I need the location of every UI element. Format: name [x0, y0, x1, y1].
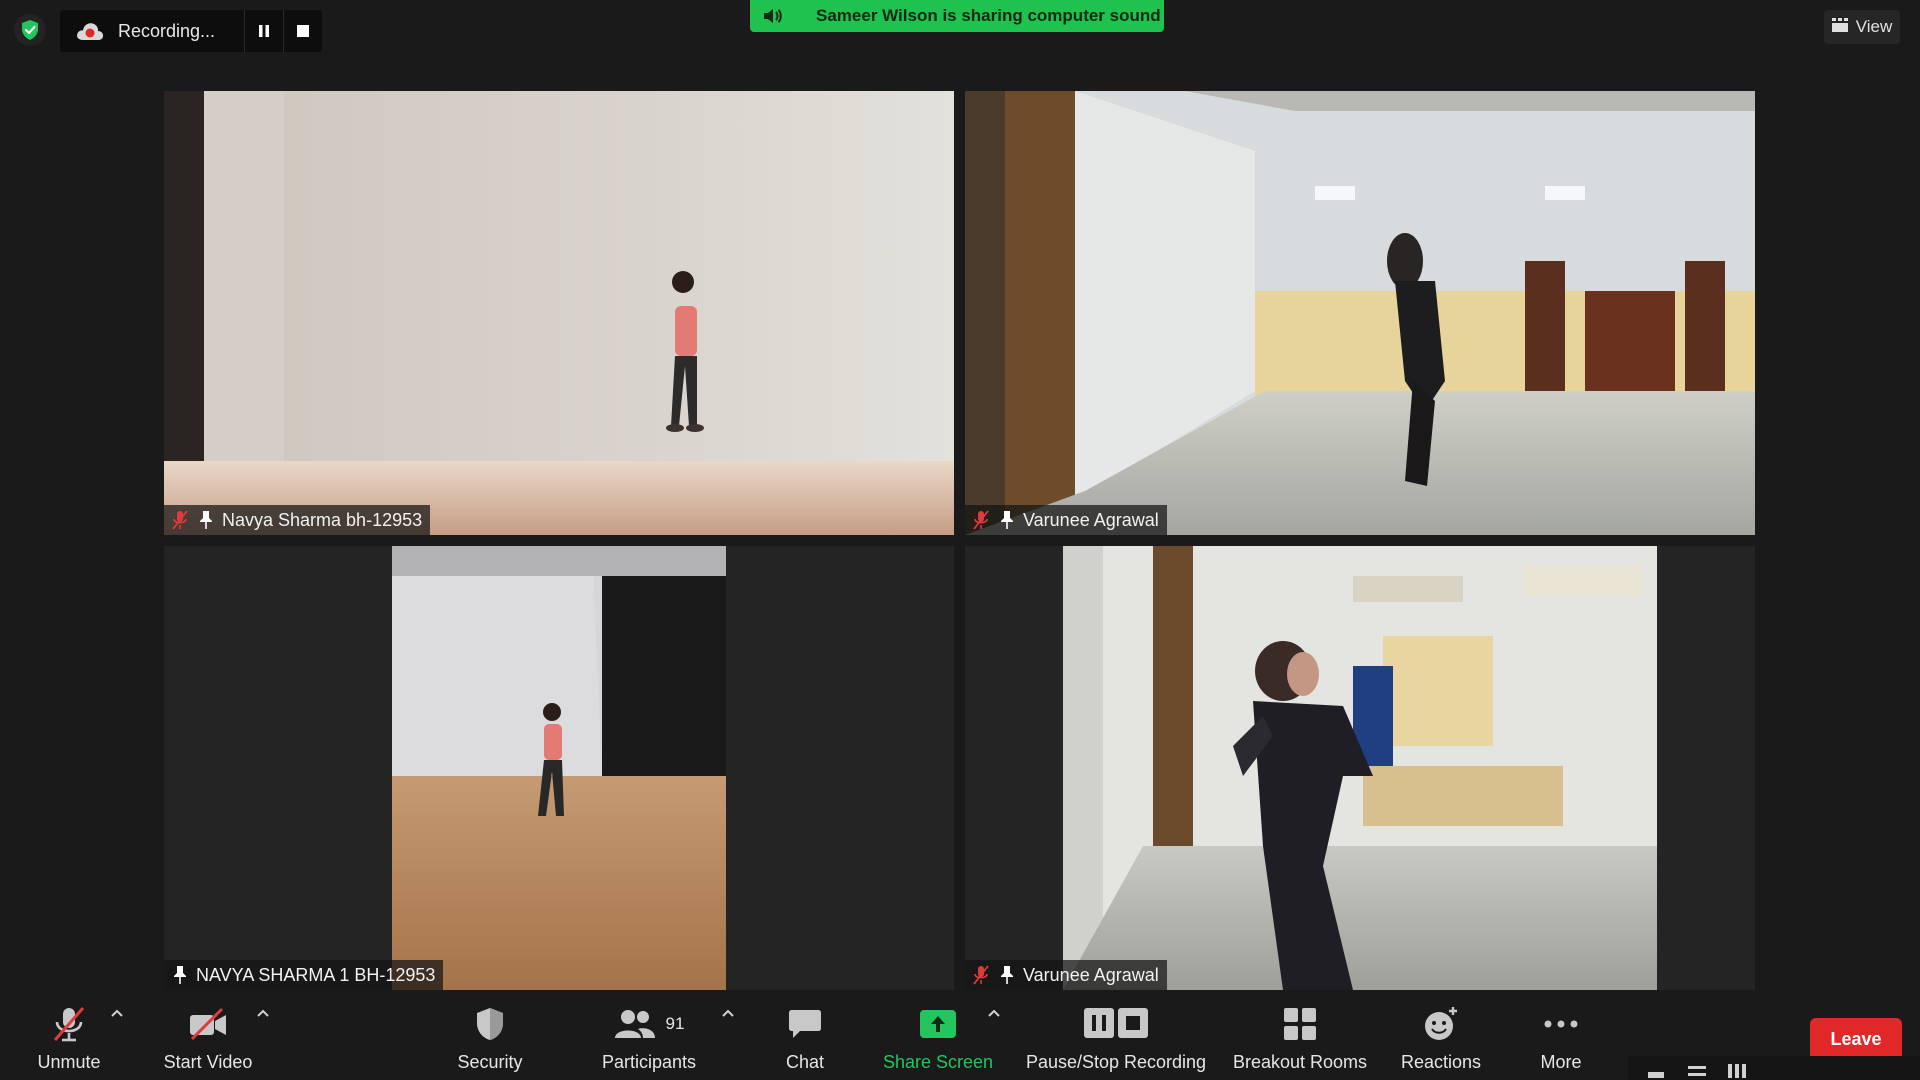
- participant-name-tag: NAVYA SHARMA 1 BH-12953: [164, 960, 444, 990]
- participant-name: Varunee Agrawal: [1023, 509, 1159, 530]
- breakout-rooms-button[interactable]: Breakout Rooms: [1228, 990, 1372, 1080]
- participant-video: [1063, 546, 1657, 990]
- grid-layout-icon[interactable]: [1728, 1064, 1746, 1078]
- participant-name: NAVYA SHARMA 1 BH-12953: [196, 964, 436, 985]
- stop-recording-button[interactable]: [283, 10, 322, 52]
- layout-switcher: [1628, 1056, 1920, 1080]
- breakout-rooms-icon: [1283, 1000, 1317, 1048]
- pin-icon: [170, 964, 190, 986]
- pause-stop-recording-label: Pause/Stop Recording: [1025, 1052, 1207, 1072]
- muted-microphone-icon: [50, 1000, 88, 1048]
- reactions-label: Reactions: [1400, 1052, 1482, 1072]
- share-screen-icon: [919, 1000, 957, 1048]
- speaker-view-icon[interactable]: [1648, 1072, 1664, 1078]
- muted-mic-icon: [971, 964, 991, 986]
- video-off-icon: [188, 1000, 228, 1048]
- pause-stop-icon: [1083, 1000, 1149, 1048]
- chat-bubble-icon: [788, 1000, 822, 1048]
- security-shield-icon[interactable]: [14, 14, 46, 46]
- participants-options-caret[interactable]: [719, 1004, 737, 1022]
- pin-icon: [196, 509, 216, 531]
- more-button[interactable]: More: [1530, 990, 1592, 1080]
- breakout-rooms-label: Breakout Rooms: [1232, 1052, 1368, 1072]
- sharing-sound-banner: Sameer Wilson is sharing computer sound: [750, 0, 1164, 32]
- video-options-caret[interactable]: [254, 1004, 272, 1022]
- start-video-button[interactable]: Start Video: [158, 990, 258, 1080]
- pin-icon: [997, 964, 1017, 986]
- unmute-button[interactable]: Unmute: [28, 990, 110, 1080]
- muted-mic-icon: [971, 509, 991, 531]
- participant-video: [392, 546, 726, 990]
- share-screen-label: Share Screen: [882, 1052, 994, 1072]
- smiley-icon: [1423, 1000, 1459, 1048]
- pause-recording-button[interactable]: [244, 10, 283, 52]
- pin-icon: [997, 509, 1017, 531]
- cloud-recording-icon: [74, 18, 106, 44]
- unmute-label: Unmute: [37, 1052, 101, 1072]
- participants-label: Participants: [601, 1052, 697, 1072]
- audio-options-caret[interactable]: [108, 1004, 126, 1022]
- participant-name: Varunee Agrawal: [1023, 964, 1159, 985]
- more-dots-icon: [1543, 1000, 1579, 1048]
- video-tile-3[interactable]: NAVYA SHARMA 1 BH-12953: [164, 546, 954, 990]
- view-label: View: [1855, 17, 1893, 36]
- video-tile-4[interactable]: Varunee Agrawal: [965, 546, 1755, 990]
- participants-button[interactable]: 91 Participants: [590, 990, 708, 1080]
- chat-button[interactable]: Chat: [770, 990, 840, 1080]
- participants-icon: 91: [614, 1000, 685, 1048]
- participant-name-tag: Varunee Agrawal: [965, 960, 1167, 990]
- participant-video: [965, 91, 1755, 535]
- participant-name-tag: Navya Sharma bh-12953: [164, 505, 431, 535]
- leave-button[interactable]: Leave: [1810, 1018, 1902, 1060]
- share-screen-button[interactable]: Share Screen: [880, 990, 996, 1080]
- participants-count: 91: [665, 1014, 685, 1033]
- muted-mic-icon: [170, 509, 190, 531]
- participant-name-tag: Varunee Agrawal: [965, 505, 1167, 535]
- reactions-button[interactable]: Reactions: [1396, 990, 1486, 1080]
- zoom-meeting-window: Recording... Sameer Wilson is sharing co…: [0, 0, 1920, 1080]
- recording-label: Recording...: [118, 20, 216, 41]
- share-options-caret[interactable]: [985, 1004, 1003, 1022]
- sharing-banner-text: Sameer Wilson is sharing computer sound: [816, 6, 1161, 25]
- shield-icon: [474, 1000, 506, 1048]
- security-label: Security: [457, 1052, 523, 1072]
- chat-label: Chat: [785, 1052, 825, 1072]
- video-tile-2[interactable]: Varunee Agrawal: [965, 91, 1755, 535]
- participant-video: [164, 91, 954, 535]
- gallery-view-icon[interactable]: [1688, 1066, 1706, 1076]
- more-label: More: [1540, 1052, 1582, 1072]
- security-button[interactable]: Security: [450, 990, 530, 1080]
- grid-view-icon: [1831, 17, 1848, 37]
- view-button[interactable]: View: [1824, 10, 1900, 44]
- pause-stop-recording-button[interactable]: Pause/Stop Recording: [1020, 990, 1212, 1080]
- participant-name: Navya Sharma bh-12953: [222, 509, 423, 530]
- video-tile-1[interactable]: Navya Sharma bh-12953: [164, 91, 954, 535]
- speaker-icon: [762, 7, 786, 25]
- start-video-label: Start Video: [163, 1052, 253, 1072]
- recording-indicator: Recording...: [60, 10, 322, 52]
